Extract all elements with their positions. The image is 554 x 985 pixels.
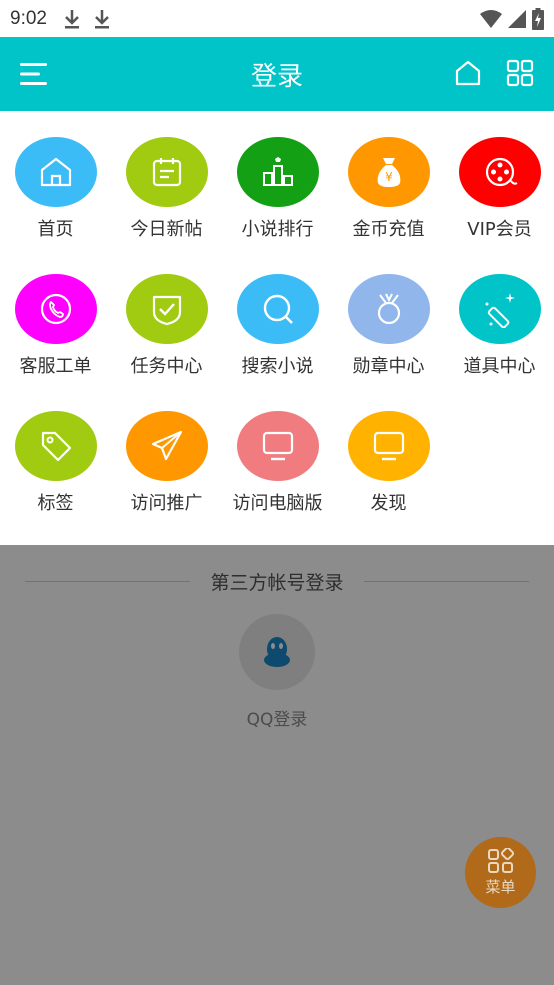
- menu-item-label: 金币充值: [352, 219, 425, 240]
- page-title: 登录: [250, 61, 303, 92]
- menu-circle: [14, 411, 97, 481]
- monitor-icon: [262, 431, 293, 461]
- menu-item-novel-ranking[interactable]: 小说排行: [222, 111, 333, 241]
- menu-item-label: 任务中心: [130, 356, 203, 377]
- menu-circle: [125, 137, 208, 207]
- menu-item-label: 道具中心: [463, 356, 536, 377]
- menu-item-today-posts[interactable]: 今日新帖: [111, 111, 222, 241]
- menu-item-tags[interactable]: 标签: [0, 385, 111, 515]
- menu-item-props-center[interactable]: 道具中心: [444, 248, 554, 378]
- menu-item-label: 访问推广: [130, 493, 203, 514]
- menu-circle: [125, 411, 208, 481]
- menu-item-label: 搜索小说: [241, 356, 314, 377]
- menu-circle: [14, 274, 97, 344]
- menu-item-home[interactable]: 首页: [0, 111, 111, 241]
- ranking-icon: [262, 157, 293, 186]
- menu-circle: [236, 411, 319, 481]
- menu-item-label: 勋章中心: [352, 356, 425, 377]
- search-icon: [263, 294, 293, 324]
- menu-item-label: VIP会员: [467, 219, 532, 240]
- menu-circle: [458, 137, 541, 207]
- signal-icon: [508, 9, 526, 28]
- shield-check-icon: [152, 295, 181, 326]
- film-reel-icon: [485, 157, 518, 187]
- status-bar: 9:02: [0, 0, 554, 37]
- menu-circle: [347, 411, 430, 481]
- menu-circle: [236, 274, 319, 344]
- menu-item-label: 标签: [37, 493, 74, 514]
- floating-menu-label: 菜单: [485, 878, 516, 896]
- menu-item-discover[interactable]: 发现: [333, 385, 444, 515]
- menu-circle: [347, 274, 430, 344]
- menu-item-label: 首页: [37, 219, 74, 240]
- menu-item-promotion[interactable]: 访问推广: [111, 385, 222, 515]
- menu-circle: [236, 137, 319, 207]
- battery-icon: [532, 7, 544, 30]
- menu-item-label: 访问电脑版: [232, 493, 323, 514]
- menu-item-search-novel[interactable]: 搜索小说: [222, 248, 333, 378]
- tag-icon: [41, 431, 71, 462]
- menu-panel: 首页 今日新帖 小说排行 ¥ 金币充值 VIP会员 客服工单 任务中心 搜索小说…: [0, 111, 554, 545]
- menu-circle: ¥: [347, 137, 430, 207]
- medal-icon: [377, 293, 400, 325]
- menu-item-vip[interactable]: VIP会员: [444, 111, 554, 241]
- menu-item-label: 发现: [370, 493, 407, 514]
- menu-item-desktop-version[interactable]: 访问电脑版: [222, 385, 333, 515]
- home-icon: [40, 157, 71, 187]
- menu-item-medal-center[interactable]: 勋章中心: [333, 248, 444, 378]
- floating-menu-button[interactable]: 菜单: [465, 837, 536, 908]
- status-time: 9:02: [10, 7, 47, 29]
- menu-item-customer-service[interactable]: 客服工单: [0, 248, 111, 378]
- home-icon[interactable]: [454, 59, 482, 87]
- menu-item-label: 今日新帖: [130, 219, 203, 240]
- svg-text:¥: ¥: [385, 170, 393, 184]
- status-icons: [480, 7, 544, 30]
- hamburger-menu-icon[interactable]: [20, 61, 48, 87]
- menu-circle: [458, 274, 541, 344]
- menu-circle: [125, 274, 208, 344]
- menu-item-label: 客服工单: [19, 356, 92, 377]
- download-icon: [94, 9, 109, 28]
- wifi-icon: [480, 9, 502, 28]
- menu-item-label: 小说排行: [241, 219, 314, 240]
- grid-icon[interactable]: [506, 59, 534, 87]
- phone-icon: [40, 293, 71, 325]
- menu-item-task-center[interactable]: 任务中心: [111, 248, 222, 378]
- magic-wand-icon: [485, 293, 515, 328]
- app-header: 登录: [0, 37, 554, 111]
- menu-circle: [14, 137, 97, 207]
- money-bag-icon: ¥: [377, 158, 400, 187]
- monitor-icon: [373, 431, 404, 461]
- paper-plane-icon: [151, 430, 182, 461]
- download-icon: [64, 9, 79, 28]
- grid-icon: [487, 848, 514, 873]
- calendar-icon: [152, 158, 181, 187]
- menu-item-coin-recharge[interactable]: ¥ 金币充值: [333, 111, 444, 241]
